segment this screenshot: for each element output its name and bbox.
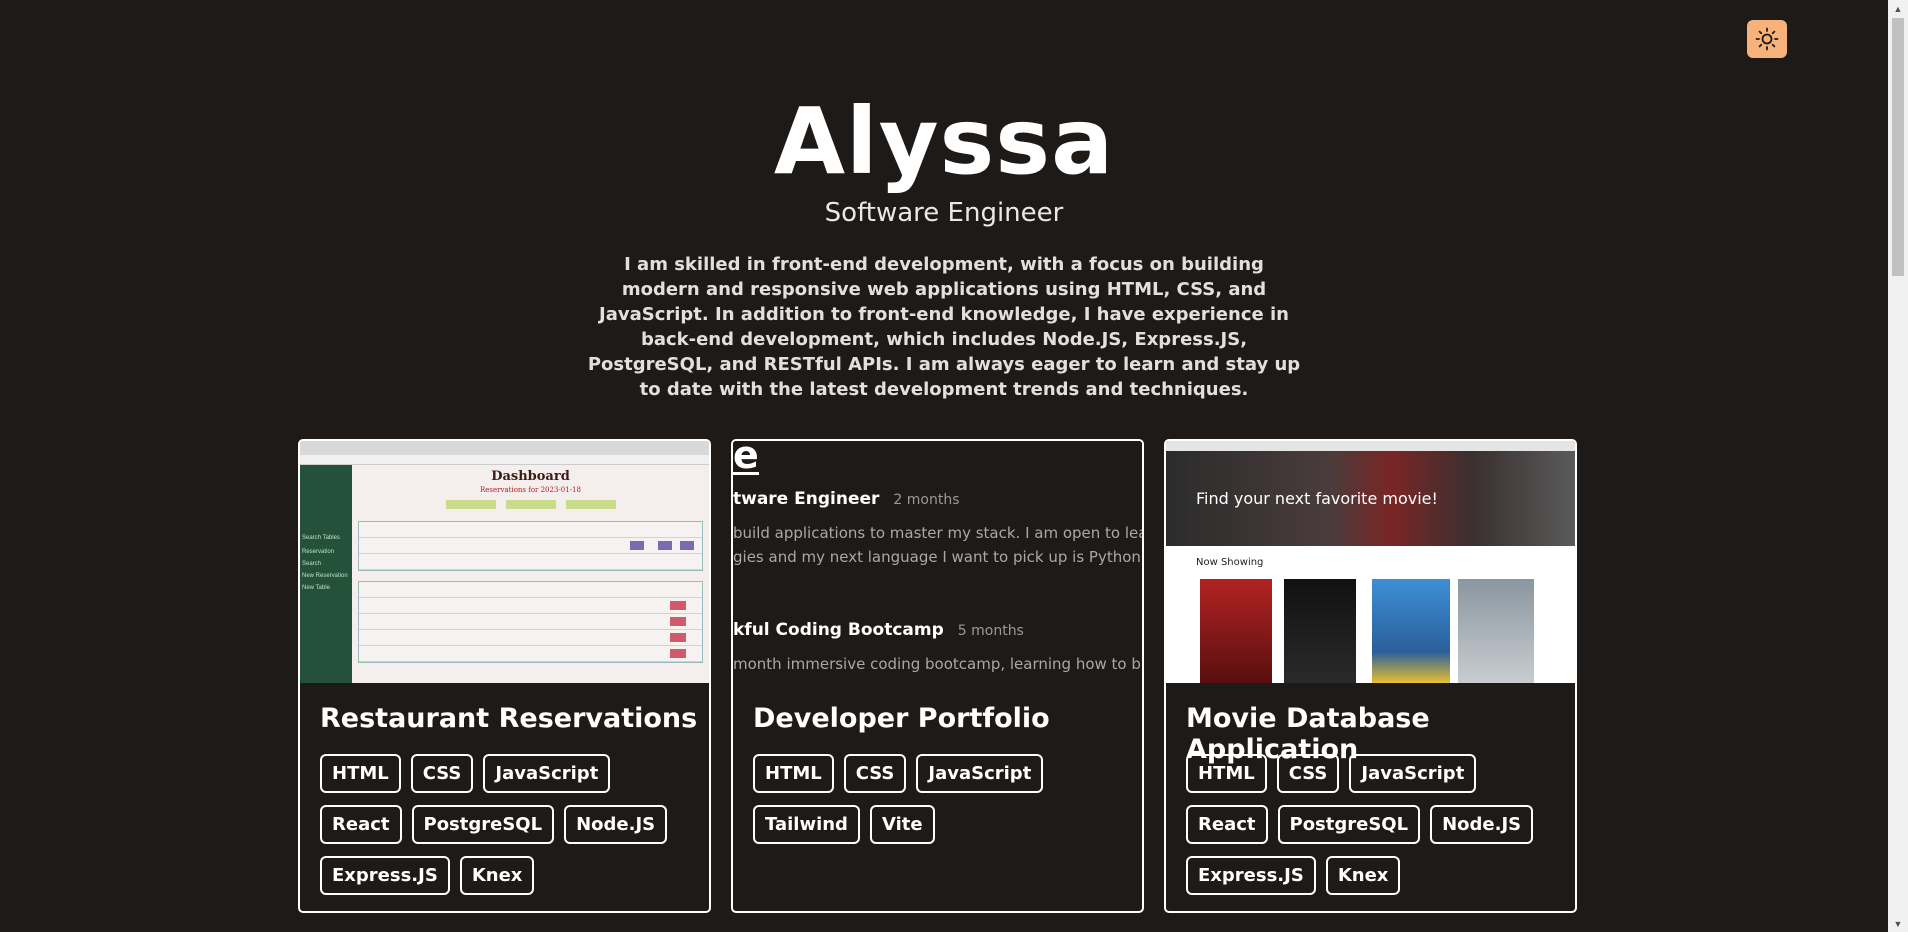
- tech-tag: HTML: [753, 754, 834, 793]
- project-screenshot[interactable]: e tware Engineer 2 months build applicati…: [733, 441, 1142, 683]
- tech-tags: HTML CSS JavaScript React PostgreSQL Nod…: [320, 754, 700, 895]
- page-title: Alyssa: [773, 88, 1115, 195]
- job-duration: 2 months: [893, 492, 960, 508]
- project-card-developer-portfolio[interactable]: e tware Engineer 2 months build applicati…: [731, 439, 1144, 913]
- project-screenshot[interactable]: Find your next favorite movie! Now Showi…: [1166, 441, 1575, 683]
- scroll-up-arrow-icon[interactable]: ▲: [1888, 0, 1908, 17]
- job-description: gies and my next language I want to pick…: [733, 548, 1141, 566]
- tech-tag: Tailwind: [753, 805, 860, 844]
- tech-tag: Node.JS: [564, 805, 668, 844]
- project-card-movie-database[interactable]: Find your next favorite movie! Now Showi…: [1164, 439, 1577, 913]
- tech-tags: HTML CSS JavaScript Tailwind Vite: [753, 754, 1133, 844]
- tech-tag: JavaScript: [916, 754, 1044, 793]
- tech-tags: HTML CSS JavaScript React PostgreSQL Nod…: [1186, 754, 1566, 895]
- tech-tag: React: [320, 805, 402, 844]
- tech-tag: Vite: [869, 805, 935, 844]
- job-duration: 5 months: [957, 623, 1024, 639]
- theme-toggle-button[interactable]: [1747, 20, 1787, 58]
- preview-heading: Dashboard: [491, 469, 570, 484]
- tech-tag: CSS: [1276, 754, 1340, 793]
- preview-heading: e: [733, 441, 759, 477]
- tech-tag: CSS: [410, 754, 474, 793]
- job-role: Software Engineer: [824, 198, 1064, 228]
- tech-tag: JavaScript: [1349, 754, 1477, 793]
- project-screenshot[interactable]: Search Tables Reservation Search New Res…: [300, 441, 709, 683]
- bio-text: I am skilled in front-end development, w…: [587, 254, 1301, 400]
- job-description: build applications to master my stack. I…: [733, 524, 1142, 542]
- tech-tag: PostgreSQL: [411, 805, 555, 844]
- tech-tag: JavaScript: [483, 754, 611, 793]
- sun-icon: [1755, 27, 1779, 51]
- job-title: kful Coding Bootcamp: [733, 620, 944, 640]
- job-title: tware Engineer: [733, 489, 880, 509]
- tech-tag: Express.JS: [320, 856, 450, 895]
- project-card-restaurant-reservations[interactable]: Search Tables Reservation Search New Res…: [298, 439, 711, 913]
- tech-tag: Knex: [459, 856, 535, 895]
- tech-tag: HTML: [1186, 754, 1267, 793]
- hero-section: Alyssa Software Engineer I am skilled in…: [0, 92, 1888, 402]
- preview-heading: Find your next favorite movie!: [1196, 489, 1438, 508]
- scrollbar-thumb[interactable]: [1892, 18, 1904, 276]
- projects-grid: Search Tables Reservation Search New Res…: [298, 439, 1578, 913]
- preview-section-label: Now Showing: [1196, 557, 1264, 568]
- experience-item: tware Engineer 2 months: [733, 489, 960, 509]
- tech-tag: CSS: [843, 754, 907, 793]
- tech-tag: Knex: [1325, 856, 1401, 895]
- page-scrollbar[interactable]: ▲ ▼: [1888, 0, 1908, 932]
- tech-tag: HTML: [320, 754, 401, 793]
- tech-tag: Express.JS: [1186, 856, 1316, 895]
- tech-tag: React: [1186, 805, 1268, 844]
- experience-item: kful Coding Bootcamp 5 months: [733, 620, 1024, 640]
- tech-tag: Node.JS: [1430, 805, 1534, 844]
- project-title[interactable]: Restaurant Reservations: [320, 703, 697, 734]
- tech-tag: PostgreSQL: [1277, 805, 1421, 844]
- project-title[interactable]: Developer Portfolio: [753, 703, 1050, 734]
- scroll-down-arrow-icon[interactable]: ▼: [1888, 915, 1908, 932]
- job-description: month immersive coding bootcamp, learnin…: [733, 655, 1142, 673]
- preview-subheading: Reservations for 2023-01-18: [480, 486, 581, 494]
